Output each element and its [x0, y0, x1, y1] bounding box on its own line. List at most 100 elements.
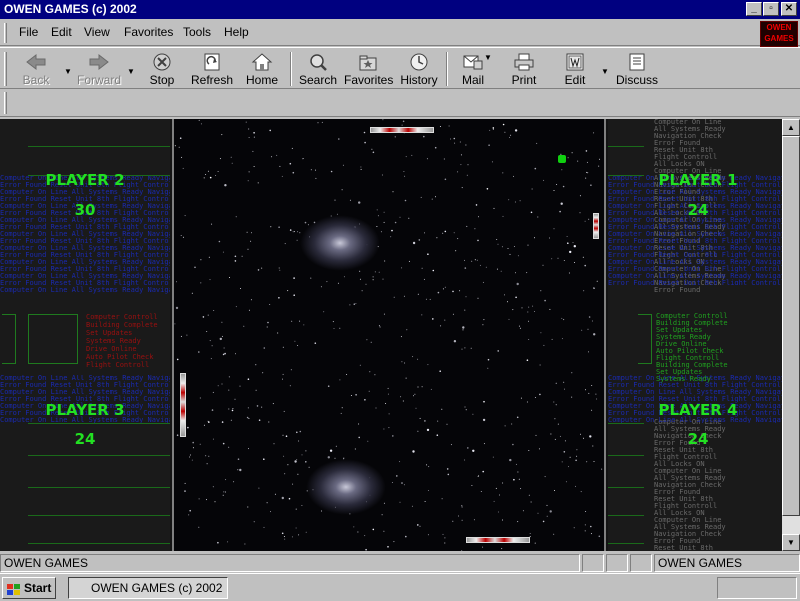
- star: [461, 506, 463, 508]
- minimize-button[interactable]: _: [746, 2, 762, 16]
- discuss-button[interactable]: Discuss: [614, 50, 660, 88]
- star: [283, 536, 285, 537]
- star: [435, 196, 436, 198]
- star: [591, 320, 593, 322]
- menu-help[interactable]: Help: [224, 25, 249, 39]
- stop-button[interactable]: Stop: [146, 50, 178, 88]
- star: [372, 528, 375, 531]
- star: [419, 417, 421, 419]
- home-button[interactable]: Home: [244, 50, 280, 88]
- history-button[interactable]: History: [400, 50, 438, 88]
- vertical-scrollbar[interactable]: ▲ ▼: [782, 119, 800, 551]
- scroll-thumb[interactable]: [782, 136, 800, 516]
- star: [593, 333, 596, 336]
- start-button[interactable]: Start: [2, 577, 56, 599]
- star: [206, 499, 207, 501]
- star: [350, 395, 352, 396]
- scroll-down-button[interactable]: ▼: [782, 534, 800, 551]
- star: [393, 296, 395, 298]
- restore-button[interactable]: ▫: [763, 2, 779, 16]
- star: [308, 466, 310, 468]
- star: [199, 443, 201, 445]
- star: [447, 473, 450, 476]
- star: [520, 397, 522, 399]
- edit-dropdown-icon[interactable]: ▼: [601, 67, 609, 76]
- back-button[interactable]: Back: [16, 50, 56, 88]
- star: [266, 502, 268, 504]
- taskbar-window-button[interactable]: OWEN GAMES (c) 2002: [68, 577, 228, 599]
- star: [208, 455, 210, 457]
- star: [371, 148, 373, 150]
- menu-view[interactable]: View: [84, 25, 110, 39]
- star: [507, 248, 509, 249]
- star: [399, 461, 401, 463]
- star: [292, 483, 294, 485]
- star: [590, 525, 592, 528]
- star: [359, 278, 361, 280]
- star: [208, 256, 210, 258]
- edit-button[interactable]: Edit: [560, 50, 590, 88]
- star: [200, 123, 202, 125]
- star: [176, 281, 177, 283]
- star: [258, 419, 261, 422]
- star: [502, 123, 505, 126]
- star: [592, 445, 594, 447]
- star: [464, 309, 466, 311]
- star: [176, 358, 179, 361]
- star: [247, 407, 249, 409]
- star: [266, 326, 268, 328]
- star: [557, 257, 559, 259]
- forward-dropdown-icon[interactable]: ▼: [127, 67, 135, 76]
- toolbar-separator: [446, 52, 448, 86]
- mail-dropdown-icon[interactable]: ▼: [484, 53, 492, 62]
- star: [332, 321, 334, 323]
- star: [444, 319, 446, 321]
- favorites-button[interactable]: Favorites: [344, 50, 393, 88]
- star: [460, 164, 462, 166]
- search-button[interactable]: Search: [298, 50, 338, 88]
- star: [241, 255, 243, 257]
- star: [405, 377, 407, 379]
- menu-file[interactable]: File: [19, 25, 38, 39]
- menu-tools[interactable]: Tools: [183, 25, 211, 39]
- star: [530, 501, 532, 503]
- star: [563, 260, 565, 261]
- print-button[interactable]: Print: [508, 50, 540, 88]
- menu-favorites[interactable]: Favorites: [124, 25, 173, 39]
- star: [568, 466, 569, 468]
- star: [442, 232, 444, 234]
- star: [431, 198, 433, 200]
- star: [509, 458, 512, 462]
- star: [569, 250, 572, 254]
- star: [427, 364, 429, 366]
- star: [549, 510, 552, 513]
- forward-button[interactable]: Forward: [76, 50, 122, 88]
- scroll-up-button[interactable]: ▲: [782, 119, 800, 136]
- address-bar-grip[interactable]: [4, 92, 7, 114]
- star: [520, 488, 522, 490]
- star: [448, 125, 450, 127]
- star: [444, 178, 447, 181]
- star: [231, 162, 233, 164]
- star: [551, 338, 553, 340]
- star: [291, 147, 293, 149]
- menu-edit[interactable]: Edit: [51, 25, 72, 39]
- star: [518, 325, 520, 327]
- star: [358, 423, 360, 425]
- star: [483, 319, 485, 321]
- back-dropdown-icon[interactable]: ▼: [64, 67, 72, 76]
- star: [370, 341, 372, 343]
- star: [480, 491, 482, 492]
- star: [341, 407, 343, 409]
- star: [329, 449, 333, 452]
- star: [327, 385, 330, 388]
- star: [317, 122, 319, 124]
- star: [543, 179, 545, 181]
- star: [310, 169, 312, 171]
- star: [219, 158, 221, 160]
- star: [400, 396, 402, 398]
- close-button[interactable]: ✕: [781, 2, 797, 16]
- star: [248, 448, 249, 450]
- star: [462, 326, 465, 329]
- refresh-button[interactable]: Refresh: [190, 50, 234, 88]
